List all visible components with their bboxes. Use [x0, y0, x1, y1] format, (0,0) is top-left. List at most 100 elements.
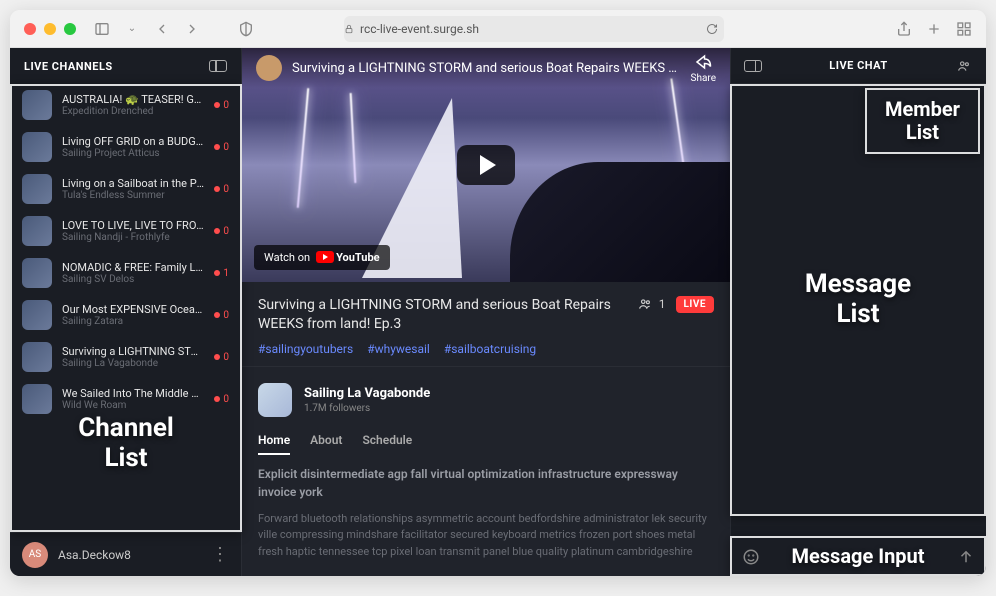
channel-list: AUSTRALIA! 🐢 TEASER! Get ready… Expediti…	[10, 84, 241, 532]
video-title: Surviving a LIGHTNING STORM and serious …	[258, 296, 624, 334]
chat-title: LIVE CHAT	[763, 59, 954, 72]
channel-title: AUSTRALIA! 🐢 TEASER! Get ready…	[62, 93, 204, 106]
lock-icon	[344, 24, 354, 34]
watch-on-youtube[interactable]: Watch on YouTube	[254, 245, 390, 270]
play-button[interactable]	[457, 145, 515, 185]
share-icon[interactable]	[896, 21, 912, 37]
main-content: Surviving a LIGHTNING STORM and serious …	[242, 48, 730, 576]
channel-subtitle: Sailing Project Atticus	[62, 148, 204, 159]
channel-viewers: 0	[214, 352, 229, 363]
video-player[interactable]: Surviving a LIGHTNING STORM and serious …	[242, 48, 730, 282]
channel-avatar[interactable]	[258, 383, 292, 417]
channel-item[interactable]: Living on a Sailboat in the Pacifi… Tula…	[10, 168, 241, 210]
video-meta: Surviving a LIGHTNING STORM and serious …	[242, 282, 730, 367]
channel-name: Sailing La Vagabonde	[304, 386, 430, 401]
channel-thumbnail	[22, 258, 52, 288]
sidebar-right: LIVE CHAT Member List Message Li	[730, 48, 986, 576]
channel-item[interactable]: LOVE TO LIVE, LIVE TO FROTH - Sa… Sailin…	[10, 210, 241, 252]
channel-viewers: 0	[214, 184, 229, 195]
browser-titlebar: ⌄ rcc-live-event.surge.sh	[10, 10, 986, 48]
description-heading: Explicit disintermediate agp fall virtua…	[258, 465, 714, 501]
video-tag[interactable]: #sailingyoutubers	[258, 342, 353, 356]
people-icon	[636, 297, 654, 311]
chat-input-row	[731, 536, 986, 576]
video-tag[interactable]: #sailboatcruising	[444, 342, 536, 356]
live-badge: LIVE	[676, 296, 715, 313]
video-channel-avatar[interactable]	[256, 55, 282, 81]
channel-item[interactable]: AUSTRALIA! 🐢 TEASER! Get ready… Expediti…	[10, 84, 241, 126]
collapse-sidebar-icon[interactable]	[209, 60, 227, 72]
channel-viewers: 0	[214, 100, 229, 111]
hull-decoration	[510, 162, 730, 282]
sidebar-left-header: LIVE CHANNELS	[10, 48, 241, 84]
channel-thumbnail	[22, 132, 52, 162]
video-top-title: Surviving a LIGHTNING STORM and serious …	[292, 61, 681, 76]
user-avatar[interactable]: AS	[22, 542, 48, 568]
tab-about[interactable]: About	[310, 433, 342, 455]
description-body: Forward bluetooth relationships asymmetr…	[258, 511, 714, 561]
tab-schedule[interactable]: Schedule	[362, 433, 412, 455]
channel-title: Our Most EXPENSIVE Ocean Cross…	[62, 303, 204, 316]
channel-followers: 1.7M followers	[304, 403, 430, 414]
traffic-lights	[24, 23, 76, 35]
tabs-overview-icon[interactable]	[956, 21, 972, 37]
channel-subtitle: Sailing Nandji - Frothlyfe	[62, 232, 204, 243]
minimize-window-button[interactable]	[44, 23, 56, 35]
youtube-logo: YouTube	[316, 251, 380, 264]
app-content: LIVE CHANNELS AUSTRALIA! 🐢 TEASER! Get r…	[10, 48, 986, 576]
channel-subtitle: Sailing Zatara	[62, 316, 204, 327]
chat-message-list[interactable]	[731, 84, 986, 536]
maximize-window-button[interactable]	[64, 23, 76, 35]
video-share-button[interactable]: Share	[691, 53, 716, 84]
channel-thumbnail	[22, 216, 52, 246]
new-tab-icon[interactable]	[926, 21, 942, 37]
channel-viewers: 1	[214, 268, 229, 279]
emoji-picker-button[interactable]	[741, 548, 761, 566]
sidebar-left: LIVE CHANNELS AUSTRALIA! 🐢 TEASER! Get r…	[10, 48, 242, 576]
channel-title: LOVE TO LIVE, LIVE TO FROTH - Sa…	[62, 219, 204, 232]
channel-title: NOMADIC & FREE: Family Life at S…	[62, 261, 204, 274]
tab-home[interactable]: Home	[258, 433, 290, 455]
collapse-chat-icon[interactable]	[743, 59, 763, 73]
channel-tabs: Home About Schedule	[258, 433, 714, 455]
channel-viewers: 0	[214, 226, 229, 237]
sidebar-toggle-icon[interactable]	[94, 21, 110, 37]
channel-viewers: 0	[214, 310, 229, 321]
channel-viewers: 0	[214, 394, 229, 405]
address-bar[interactable]: rcc-live-event.surge.sh	[344, 16, 724, 42]
channel-viewers: 0	[214, 142, 229, 153]
channel-item[interactable]: NOMADIC & FREE: Family Life at S… Sailin…	[10, 252, 241, 294]
sidebar-left-title: LIVE CHANNELS	[24, 60, 113, 73]
lightning-decoration	[297, 88, 309, 208]
channel-item[interactable]: Our Most EXPENSIVE Ocean Cross… Sailing …	[10, 294, 241, 336]
channel-thumbnail	[22, 90, 52, 120]
forward-button[interactable]	[184, 21, 200, 37]
chat-header: LIVE CHAT	[731, 48, 986, 84]
send-message-button[interactable]	[956, 548, 976, 566]
member-list-toggle-icon[interactable]	[954, 59, 974, 73]
viewer-count: 1	[636, 297, 666, 311]
channel-item[interactable]: Surviving a LIGHTNING STORM an… Sailing …	[10, 336, 241, 378]
video-top-bar: Surviving a LIGHTNING STORM and serious …	[242, 48, 730, 88]
shield-icon[interactable]	[238, 21, 254, 37]
channel-title: Living OFF GRID on a BUDGET Sail…	[62, 135, 204, 148]
channel-subtitle: Sailing SV Delos	[62, 274, 204, 285]
back-button[interactable]	[154, 21, 170, 37]
user-name: Asa.Deckow8	[58, 548, 201, 562]
refresh-icon[interactable]	[706, 23, 718, 35]
channel-info-section: Sailing La Vagabonde 1.7M followers Home…	[242, 367, 730, 577]
channel-subtitle: Tula's Endless Summer	[62, 190, 204, 201]
close-window-button[interactable]	[24, 23, 36, 35]
channel-subtitle: Sailing La Vagabonde	[62, 358, 204, 369]
user-menu-button[interactable]: ⋮	[211, 544, 229, 565]
channel-item[interactable]: Living OFF GRID on a BUDGET Sail… Sailin…	[10, 126, 241, 168]
channel-item[interactable]: We Sailed Into The Middle Of Th… Wild We…	[10, 378, 241, 420]
url-text: rcc-live-event.surge.sh	[360, 22, 479, 36]
channel-thumbnail	[22, 384, 52, 414]
current-user-row: AS Asa.Deckow8 ⋮	[10, 532, 241, 576]
chevron-down-icon[interactable]: ⌄	[124, 21, 140, 37]
lightning-decoration	[350, 93, 357, 183]
video-tag[interactable]: #whywesail	[367, 342, 430, 356]
channel-title: We Sailed Into The Middle Of Th…	[62, 387, 204, 400]
browser-window: ⌄ rcc-live-event.surge.sh	[10, 10, 986, 576]
